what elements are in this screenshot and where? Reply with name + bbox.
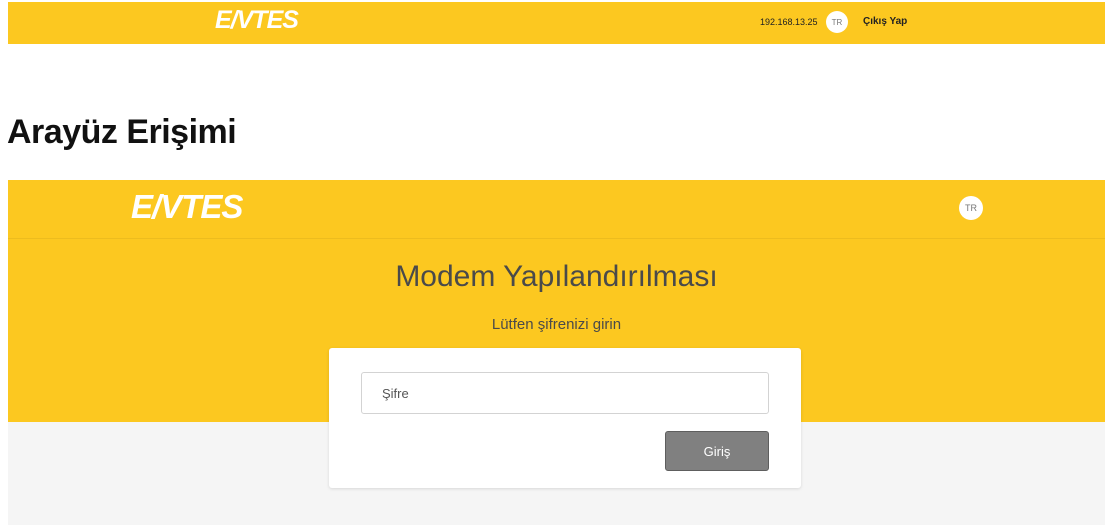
section-heading: Arayüz Erişimi — [7, 113, 237, 151]
ip-address: 192.168.13.25 — [760, 17, 818, 27]
page-title: Modem Yapılandırılması — [395, 260, 718, 293]
language-button[interactable]: TR — [826, 11, 848, 33]
password-input[interactable] — [361, 372, 769, 414]
header-divider — [8, 238, 1105, 239]
login-button[interactable]: Giriş — [665, 431, 769, 471]
language-button[interactable]: TR — [959, 196, 983, 220]
login-card: Giriş — [329, 348, 801, 488]
logout-link[interactable]: Çıkış Yap — [863, 16, 907, 27]
top-bar: E/VTES 192.168.13.25 TR Çıkış Yap — [8, 2, 1105, 44]
entes-logo: E/VTES — [215, 6, 299, 34]
page-subtitle: Lütfen şifrenizi girin — [491, 316, 622, 333]
login-page-screenshot: E/VTES TR Modem Yapılandırılması Lütfen … — [8, 180, 1105, 525]
entes-logo: E/VTES — [131, 188, 243, 225]
